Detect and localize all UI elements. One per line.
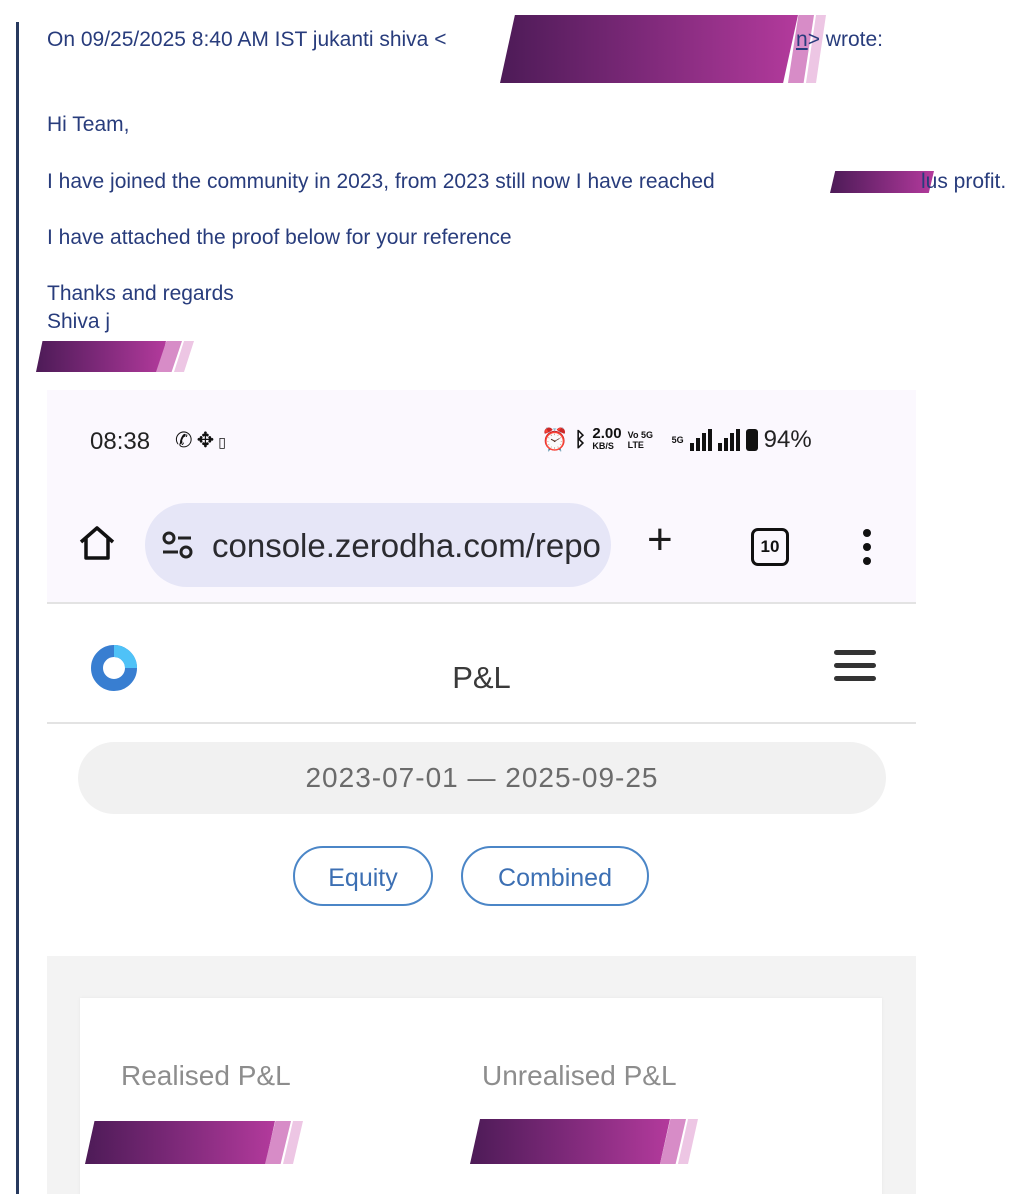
app-header: P&L [47,604,916,722]
url-bar[interactable]: console.zerodha.com/repo [145,503,611,587]
redacted-unrealised-pnl-value [470,1119,698,1164]
battery-icon [745,429,758,451]
alarm-icon: ⏰ [541,427,569,452]
redacted-phone-number [36,341,194,372]
segment-combined-button[interactable]: Combined [461,846,649,906]
status-time: 08:38 [90,428,151,455]
site-settings-icon[interactable] [161,530,195,560]
quote-bar [16,22,19,1194]
data-speed: 2.00 KB/S [592,425,622,451]
phone-status-bar: 08:38 ✆✥▯ ⏰ ᛒ 2.00 KB/S Vo 5G LTE 5G 94% [47,390,916,500]
header-divider [47,722,916,724]
sim-icon: ▯ [218,434,230,450]
home-icon[interactable] [77,523,117,563]
segment-equity-button[interactable]: Equity [293,846,433,906]
redacted-profit-amount [830,171,934,193]
hamburger-menu-icon[interactable] [834,650,876,689]
body-line-1-tail: lus profit. [921,170,1007,193]
email-body-line-1: I have joined the community in 2023, fro… [47,170,715,194]
tab-count-button[interactable]: 10 [751,528,789,566]
email-greeting: Hi Team, [47,113,130,136]
battery-level: 94% [763,426,812,453]
email-quote-header: On 09/25/2025 8:40 AM IST jukanti shiva … [47,28,446,52]
quote-header-prefix: On 09/25/2025 8:40 AM IST jukanti shiva … [47,28,447,51]
date-range-picker[interactable]: 2023-07-01 — 2025-09-25 [78,742,886,814]
volte-tag: Vo 5G LTE [627,430,653,450]
status-right-icons: ⏰ ᛒ 2.00 KB/S Vo 5G LTE 5G 94% [541,426,812,454]
signal-icon [689,429,712,451]
status-left-icons: ✆✥▯ [175,428,230,453]
page-title: P&L [452,660,511,695]
redacted-email-address [500,15,826,83]
quote-header-suffix: > wrote: [807,28,883,51]
unrealised-pnl-label: Unrealised P&L [482,1060,677,1091]
network-5g-tag: 5G [671,435,684,445]
new-tab-plus-icon[interactable]: + [647,518,673,562]
email-body-line-2: I have attached the proof below for your… [47,226,512,249]
attached-phone-screenshot: 08:38 ✆✥▯ ⏰ ᛒ 2.00KB/S Vo 5G LTE 5G 94% [47,390,916,1194]
pnl-summary-card: Realised P&L Unrealised P&L [80,998,882,1194]
more-menu-icon[interactable] [863,529,871,571]
browser-toolbar: console.zerodha.com/repo + 10 [47,500,916,602]
whatsapp-icon: ✆ [175,429,197,452]
email-closing: Thanks and regards [47,282,234,305]
realised-pnl-label: Realised P&L [121,1060,291,1091]
app-grid-icon: ✥ [196,429,219,452]
bluetooth-icon: ᛒ [574,428,587,451]
redacted-realised-pnl-value [85,1121,303,1164]
url-text: console.zerodha.com/repo [212,527,601,564]
signal-icon-2 [717,429,740,451]
body-line-1-text: I have joined the community in 2023, fro… [47,170,715,193]
sender-email-link[interactable]: n [796,28,808,51]
quote-header-end: n> wrote: [796,28,883,52]
email-signature-name: Shiva j [47,310,111,333]
